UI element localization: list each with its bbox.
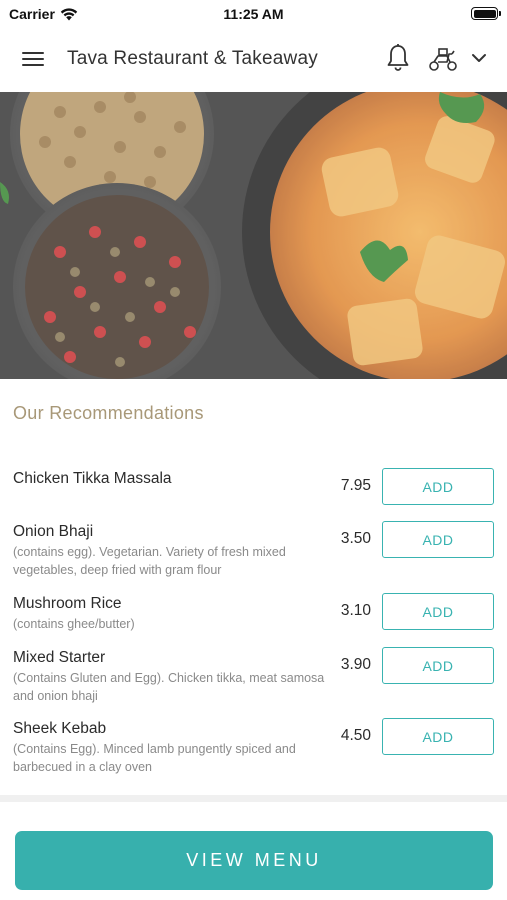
item-price: 3.10 bbox=[340, 602, 371, 619]
chevron-down-icon[interactable] bbox=[470, 50, 488, 66]
item-price: 3.90 bbox=[340, 656, 371, 673]
item-price: 3.50 bbox=[340, 530, 371, 547]
battery-icon bbox=[471, 7, 501, 20]
hero-image bbox=[0, 92, 507, 379]
item-name: Onion Bhaji bbox=[13, 523, 94, 540]
divider bbox=[0, 795, 507, 802]
add-button[interactable]: ADD bbox=[382, 593, 494, 630]
scooter-icon[interactable] bbox=[427, 45, 459, 73]
item-name: Mushroom Rice bbox=[13, 595, 122, 612]
item-price: 4.50 bbox=[340, 727, 371, 744]
item-name: Mixed Starter bbox=[13, 649, 106, 666]
add-button[interactable]: ADD bbox=[382, 468, 494, 505]
item-description: (contains ghee/butter) bbox=[13, 617, 135, 631]
item-name: Chicken Tikka Massala bbox=[13, 470, 172, 487]
item-description: (Contains Gluten and Egg). Chicken tikka… bbox=[13, 671, 325, 703]
add-button[interactable]: ADD bbox=[382, 647, 494, 684]
add-button[interactable]: ADD bbox=[382, 718, 494, 755]
item-price: 7.95 bbox=[340, 477, 371, 494]
item-name: Sheek Kebab bbox=[13, 720, 107, 737]
app-header: Tava Restaurant & Takeaway bbox=[0, 28, 507, 92]
page-title: Tava Restaurant & Takeaway bbox=[67, 48, 318, 69]
status-time: 11:25 AM bbox=[223, 6, 284, 22]
section-title-recommendations: Our Recommendations bbox=[13, 403, 204, 423]
view-menu-button[interactable]: VIEW MENU bbox=[15, 831, 493, 890]
status-bar: Carrier 11:25 AM bbox=[0, 0, 507, 28]
add-button[interactable]: ADD bbox=[382, 521, 494, 558]
item-description: (Contains Egg). Minced lamb pungently sp… bbox=[13, 742, 296, 774]
bell-icon[interactable] bbox=[386, 43, 410, 73]
item-description: (contains egg). Vegetarian. Variety of f… bbox=[13, 545, 286, 577]
hamburger-menu-icon[interactable] bbox=[22, 48, 46, 70]
